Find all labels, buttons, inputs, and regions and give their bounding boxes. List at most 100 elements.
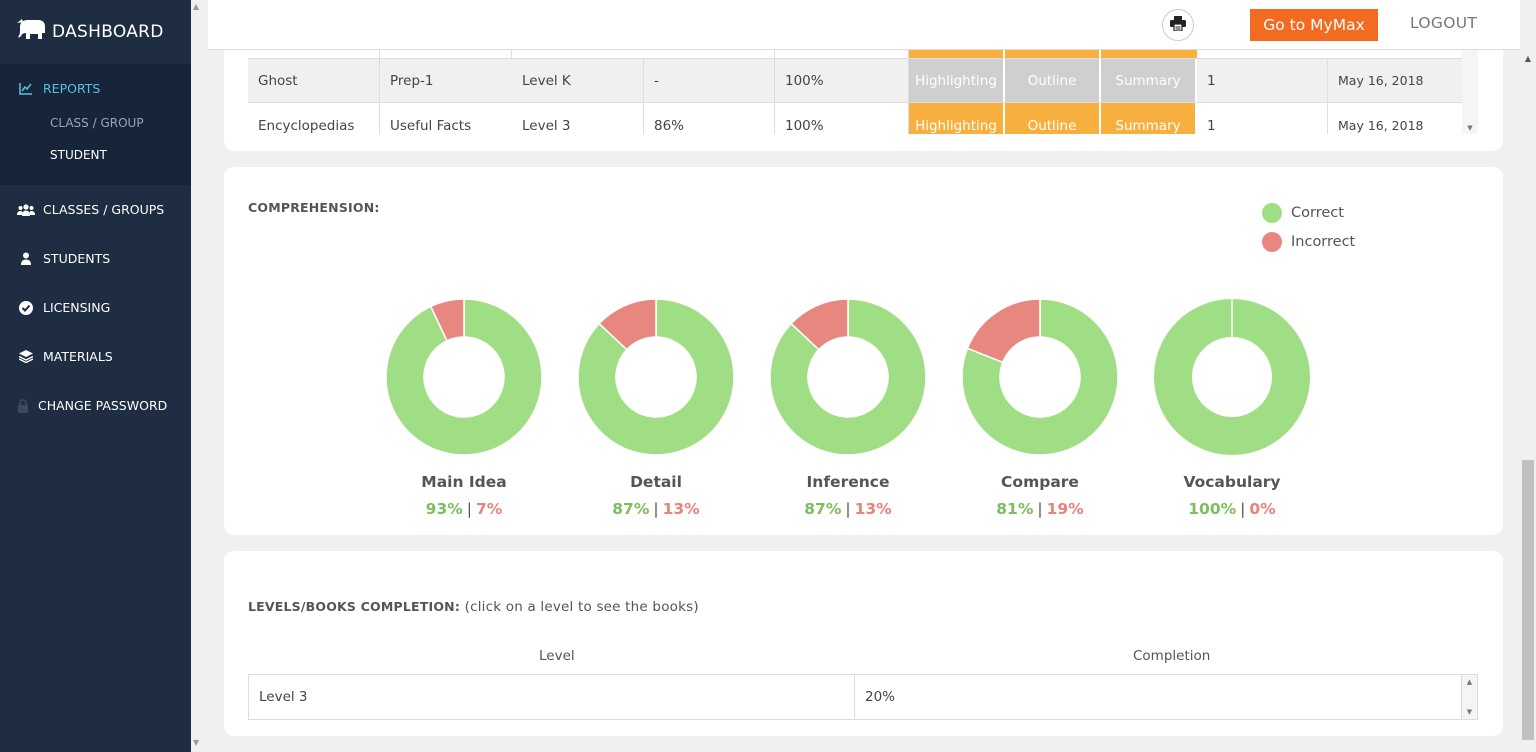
column-header-completion[interactable]: Completion — [1133, 648, 1210, 664]
sidebar-item-classes-groups[interactable]: CLASSES / GROUPS — [0, 185, 191, 234]
donut-label: Detail — [630, 473, 682, 491]
brand-label: DASHBOARD — [52, 22, 164, 42]
users-icon — [17, 201, 35, 219]
donut-percentages: 87% | 13% — [768, 500, 928, 518]
sidebar: DASHBOARD REPORTS CLASS / GROUP STUDENT … — [0, 0, 191, 752]
donut-label: Main Idea — [421, 473, 507, 491]
levels-table: Level 3 20% ▲ ▼ — [248, 674, 1478, 720]
donut-label: Inference — [806, 473, 890, 491]
donut-svg — [577, 298, 735, 456]
table-row[interactable]: Encyclopedias Useful Facts Level 3 86% 1… — [248, 103, 1462, 134]
skill-summary[interactable]: Summary — [1101, 59, 1197, 102]
levels-table-scrollbar[interactable]: ▲ ▼ — [1462, 675, 1477, 719]
completion-cell: 20% — [855, 675, 1462, 719]
page-scrollbar[interactable]: ▲ — [1520, 50, 1536, 752]
donut-label: Vocabulary — [1183, 473, 1281, 491]
skill-highlighting[interactable]: Highlighting — [909, 103, 1005, 134]
percent-correct: 93% — [425, 500, 463, 518]
cell-date: May 16, 2018 — [1338, 73, 1424, 88]
percent-incorrect: 19% — [1046, 500, 1084, 518]
cell-level: Level K — [512, 59, 644, 102]
sidebar-item-label: MATERIALS — [43, 349, 113, 364]
skill-highlighting[interactable]: Highlighting — [909, 59, 1005, 102]
skill-outline[interactable]: Outline — [1005, 103, 1101, 134]
user-icon — [17, 250, 35, 268]
check-circle-icon — [17, 299, 35, 317]
comprehension-card: COMPREHENSION: Correct Incorrect Main Id… — [224, 167, 1503, 535]
legend-label: Correct — [1291, 204, 1344, 221]
donut-percentages: 87% | 13% — [576, 500, 736, 518]
cell-score: 100% — [775, 59, 909, 102]
table-row[interactable]: Ghost Prep-1 Level K - 100% Highlighting… — [248, 58, 1462, 103]
levels-card: LEVELS/BOOKS COMPLETION: (click on a lev… — [224, 551, 1503, 736]
cell-level: Level 3 — [512, 103, 644, 134]
percent-correct: 100% — [1188, 500, 1237, 518]
donut-percentages: 93% | 7% — [384, 500, 544, 518]
lock-icon — [14, 397, 32, 415]
legend-label: Incorrect — [1291, 233, 1356, 250]
percent-correct: 81% — [996, 500, 1034, 518]
sidebar-subitem-class-group[interactable]: CLASS / GROUP — [0, 107, 191, 139]
scroll-up-arrow-icon[interactable]: ▲ — [193, 2, 203, 11]
sidebar-item-students[interactable]: STUDENTS — [0, 234, 191, 283]
sidebar-item-reports[interactable]: REPORTS — [0, 74, 191, 102]
cell-book: Ghost — [248, 59, 380, 102]
donut-chart: Main Idea 93% | 7% — [384, 297, 544, 518]
logout-link[interactable]: LOGOUT — [1410, 14, 1477, 32]
elephant-logo-icon — [16, 17, 52, 48]
scroll-down-arrow-icon[interactable]: ▼ — [193, 738, 203, 747]
page-scrollbar-thumb[interactable] — [1522, 460, 1534, 740]
skill-summary[interactable]: Summary — [1101, 103, 1197, 134]
separator: | — [1240, 500, 1246, 518]
sidebar-subitem-student[interactable]: STUDENT — [0, 139, 191, 171]
separator: | — [653, 500, 659, 518]
legend-dot — [1262, 202, 1282, 223]
scroll-down-arrow-icon[interactable]: ▼ — [1462, 124, 1478, 132]
layers-icon — [17, 348, 35, 366]
sidebar-item-change-password[interactable]: CHANGE PASSWORD — [0, 381, 191, 430]
levels-title: LEVELS/BOOKS COMPLETION: (click on a lev… — [248, 599, 699, 615]
chart-icon — [17, 79, 35, 97]
books-table: Ghost Prep-1 Level K - 100% Highlighting… — [248, 58, 1478, 134]
books-table-scrollbar[interactable]: ▼ — [1462, 50, 1478, 134]
brand[interactable]: DASHBOARD — [0, 0, 191, 64]
scroll-up-arrow-icon[interactable]: ▲ — [1462, 678, 1477, 686]
skill-outline[interactable]: Outline — [1005, 59, 1101, 102]
cell-count: 1 — [1197, 103, 1328, 134]
main-menu: CLASSES / GROUPS STUDENTS LICENSING MATE… — [0, 185, 191, 430]
printer-icon — [1170, 15, 1186, 35]
percent-correct: 87% — [804, 500, 842, 518]
percent-incorrect: 13% — [662, 500, 700, 518]
cell-score: 100% — [775, 103, 909, 134]
donut-svg — [769, 298, 927, 456]
separator: | — [1037, 500, 1043, 518]
donut-slice-incorrect[interactable] — [966, 298, 1041, 364]
levels-title-label: LEVELS/BOOKS COMPLETION: — [248, 599, 461, 614]
sidebar-item-label: LICENSING — [43, 300, 111, 315]
column-header-level[interactable]: Level — [539, 648, 575, 664]
percent-incorrect: 0% — [1249, 500, 1276, 518]
donut-chart: Compare 81% | 19% — [960, 297, 1120, 518]
cell-series: Prep-1 — [390, 72, 434, 89]
sidebar-item-label: CHANGE PASSWORD — [38, 398, 168, 413]
donut-svg — [961, 298, 1119, 456]
reports-group: REPORTS CLASS / GROUP STUDENT — [0, 64, 191, 185]
percent-incorrect: 13% — [854, 500, 892, 518]
sidebar-item-materials[interactable]: MATERIALS — [0, 332, 191, 381]
print-button[interactable] — [1162, 9, 1194, 41]
comprehension-title: COMPREHENSION: — [248, 200, 380, 215]
go-to-mymax-button[interactable]: Go to MyMax — [1250, 9, 1378, 41]
sidebar-item-reports-label: REPORTS — [43, 80, 101, 96]
sidebar-item-licensing[interactable]: LICENSING — [0, 283, 191, 332]
donut-svg — [1154, 299, 1310, 455]
scroll-up-arrow-icon[interactable]: ▲ — [1520, 54, 1536, 63]
level-cell[interactable]: Level 3 — [249, 675, 855, 719]
top-bar: Go to MyMax LOGOUT — [208, 0, 1520, 50]
cell-series: Useful Facts — [390, 117, 472, 134]
scroll-down-arrow-icon[interactable]: ▼ — [1462, 708, 1477, 716]
legend-item-incorrect[interactable]: Incorrect — [1262, 227, 1355, 256]
donut-percentages: 100% | 0% — [1152, 500, 1312, 518]
legend-item-correct[interactable]: Correct — [1262, 198, 1355, 227]
cell-date: May 16, 2018 — [1338, 118, 1424, 133]
percent-correct: 87% — [612, 500, 650, 518]
